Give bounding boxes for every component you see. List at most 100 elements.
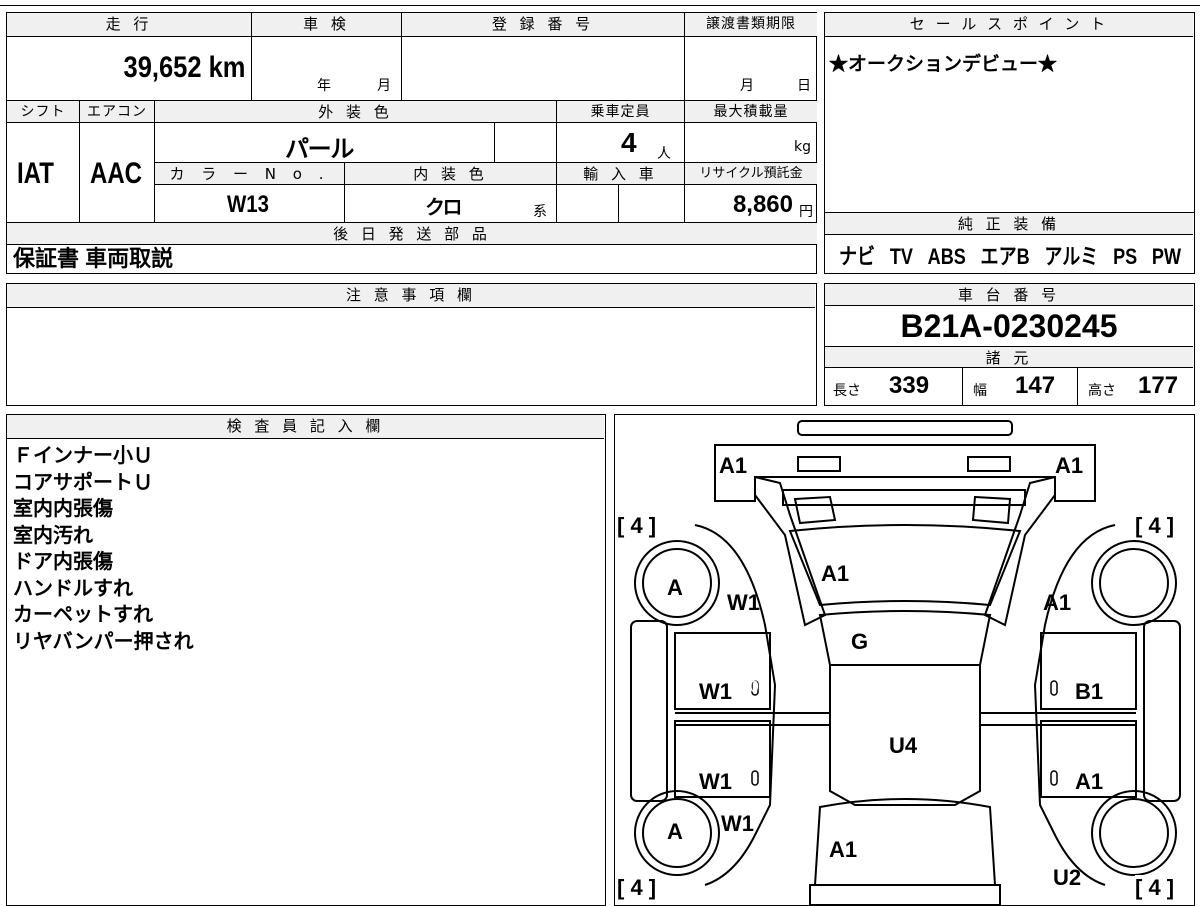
- recycle-header: リサイクル預託金: [685, 163, 817, 185]
- color-no-cell: W13: [155, 185, 345, 223]
- inspection-month: 月: [377, 78, 391, 94]
- wheel-front-right: [1091, 540, 1177, 626]
- width-cell: 幅 147: [963, 368, 1078, 405]
- sales-point-box: セ ー ル ス ポ イ ン ト ★オークションデビュー★: [824, 12, 1195, 213]
- rear-bumper: [809, 884, 1001, 905]
- shift-value: IAT: [17, 157, 54, 190]
- capacity-value: 4: [621, 127, 637, 158]
- mileage-header: 走 行: [7, 13, 252, 37]
- transfer-header: 譲渡書類期限: [685, 13, 817, 37]
- top-strip: [0, 0, 1200, 6]
- capacity-unit: 人: [657, 146, 671, 162]
- exterior-header: 外 装 色: [155, 101, 557, 123]
- wheel-rear-right: [1091, 790, 1177, 876]
- aircon-header: エアコン: [80, 101, 155, 123]
- inspector-line: カーペットすれ: [13, 604, 153, 626]
- damage-door-rear-left: W1: [699, 769, 732, 794]
- maxload-unit: kg: [794, 139, 811, 155]
- aircon-value: AAC: [90, 157, 142, 190]
- registration-header: 登 録 番 号: [402, 13, 685, 37]
- damage-fender-right: A1: [1043, 590, 1072, 615]
- tire-top-right-label: [ 4 ]: [1135, 513, 1175, 539]
- shift-header: シフト: [7, 101, 80, 123]
- exterior-value: パ ー ル: [285, 136, 354, 163]
- capacity-header: 乗車定員: [557, 101, 685, 123]
- damage-fender-left: W1: [727, 590, 760, 615]
- chassis-header: 車 台 番 号: [825, 284, 1193, 306]
- inspector-notes: Ｆインナー小Ｕ コアサポートＵ 室内内張傷 室内汚れ ドア内張傷 ハンドルすれ …: [13, 443, 194, 655]
- damage-rear-right: U2: [1053, 865, 1082, 890]
- specs-header: 諸 元: [825, 346, 1193, 368]
- windshield: [818, 610, 992, 666]
- inspector-header: 検 査 員 記 入 欄: [7, 415, 604, 439]
- height-value: 177: [1138, 372, 1179, 399]
- shift-cell: IAT: [7, 123, 80, 223]
- damage-door-rear-right: A1: [1075, 769, 1104, 794]
- tire-top-left-label: [ 4 ]: [617, 513, 657, 539]
- equipment-item: PW: [1151, 244, 1182, 269]
- side-right: [1143, 620, 1181, 802]
- aircon-cell: AAC: [80, 123, 155, 223]
- inspector-line: ハンドルすれ: [13, 577, 133, 600]
- registration-cell: [402, 37, 685, 101]
- width-label: 幅: [973, 383, 987, 399]
- length-value: 339: [889, 372, 930, 399]
- maxload-cell: kg: [685, 123, 817, 163]
- transfer-day: 日: [797, 78, 811, 94]
- damage-quarter-left: W1: [721, 811, 754, 836]
- exterior-cell: パ ー ル: [155, 123, 495, 163]
- interior-suffix: 系: [533, 204, 547, 220]
- later-parts-header: 後 日 発 送 部 品: [7, 223, 817, 245]
- equipment-box: 純 正 装 備 ナビ TV ABS エアB アルミ PS PW: [824, 212, 1195, 274]
- length-label: 長さ: [833, 383, 861, 399]
- height-label: 高さ: [1088, 383, 1116, 399]
- notes-header: 注 意 事 項 欄: [7, 284, 815, 308]
- damage-roof: U4: [889, 733, 918, 758]
- import-header: 輸 入 車: [557, 163, 685, 185]
- damage-windshield: G: [851, 629, 869, 654]
- length-cell: 長さ 339: [825, 368, 963, 405]
- zero-mark: 0: [749, 677, 760, 696]
- maxload-header: 最大積載量: [685, 101, 817, 123]
- equipment-item: アルミ: [1044, 244, 1099, 269]
- recycle-value: 8,860: [732, 191, 793, 218]
- transfer-month: 月: [740, 78, 754, 94]
- fender-lines-right: [1033, 524, 1116, 886]
- equipment-item: TV: [889, 244, 913, 269]
- height-cell: 高さ 177: [1078, 368, 1193, 405]
- inspector-box: 検 査 員 記 入 欄 Ｆインナー小Ｕ コアサポートＵ 室内内張傷 室内汚れ ド…: [6, 414, 606, 906]
- color-no-value: W13: [227, 191, 269, 218]
- mileage-value: 39,652 km: [123, 51, 245, 84]
- front-panel: [714, 444, 1096, 502]
- inspector-line: Ｆインナー小Ｕ: [13, 445, 153, 467]
- sales-point-text: ★オークションデビュー★: [829, 54, 1058, 75]
- inspection-year: 年: [317, 78, 331, 94]
- inspector-line: リヤバンパー押され: [13, 630, 194, 653]
- later-parts-value: 保証書 車両取説: [13, 246, 174, 271]
- equipment-item: ABS: [927, 244, 966, 269]
- tire-bottom-right-label: [ 4 ]: [1135, 875, 1175, 901]
- inspection-cell: 年 月: [252, 37, 402, 101]
- recycle-unit: 円: [799, 204, 813, 220]
- chassis-number: B21A-0230245: [900, 308, 1118, 344]
- upper-body: [754, 476, 827, 627]
- damage-wheel-rear-left: A: [667, 819, 683, 844]
- inspector-line: 室内内張傷: [13, 498, 113, 520]
- damage-hood: A1: [821, 561, 850, 586]
- chassis-box: 車 台 番 号 B21A-0230245 諸 元 長さ 339 幅 147 高さ…: [824, 283, 1195, 406]
- headlight-left: [797, 456, 841, 472]
- inspector-line: コアサポートＵ: [13, 471, 153, 494]
- interior-header: 内 装 色: [345, 163, 557, 185]
- exterior-extra-cell: [495, 123, 557, 163]
- equipment-item: ナビ: [839, 244, 876, 269]
- vehicle-table: 走 行 車 検 登 録 番 号 譲渡書類期限 39,652 km 年 月 月 日…: [6, 12, 817, 274]
- equipment-header: 純 正 装 備: [825, 213, 1193, 235]
- import-cell-b: [619, 185, 685, 223]
- damage-a1-top-right: A1: [1055, 453, 1084, 478]
- damage-diagram: [630, 420, 1181, 905]
- interior-value: ク ロ: [425, 197, 463, 219]
- damage-wheel-front-left: A: [667, 575, 683, 600]
- tire-bottom-left-label: [ 4 ]: [617, 875, 657, 901]
- interior-cell: ク ロ 系: [345, 185, 557, 223]
- wipers: [793, 495, 1012, 525]
